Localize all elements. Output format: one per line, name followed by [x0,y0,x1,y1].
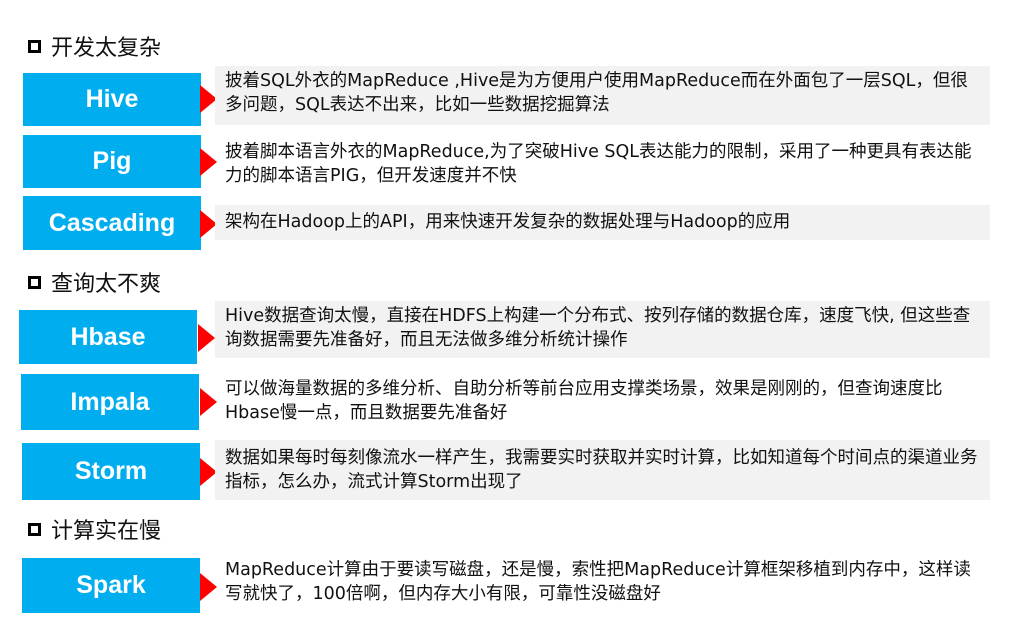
section-heading: 查询太不爽 [28,266,161,298]
desc-pig: 披着脚本语言外衣的MapReduce,为了突破Hive SQL表达能力的限制，采… [225,142,972,186]
desc-storm: 数据如果每时每刻像流水一样产生，我需要实时获取并实时计算，比如知道每个时间点的渠… [215,440,990,500]
square-bullet-icon [28,275,41,289]
tag-pig: Pig [23,135,201,188]
desc-spark: MapReduce计算由于要读写磁盘，还是慢，索性把MapReduce计算框架移… [225,560,971,604]
tag-spark: Spark [22,558,200,613]
desc-impala: 可以做海量数据的多维分析、自助分析等前台应用支撑类场景，效果是刚刚的，但查询速度… [225,379,943,423]
desc-hbase: Hive数据查询太慢，直接在HDFS上构建一个分布式、按列存储的数据仓库，速度飞… [215,301,990,358]
section-title: 查询太不爽 [51,272,162,297]
section-heading: 开发太复杂 [28,30,161,62]
tag-hbase: Hbase [19,310,197,364]
arrow-icon [198,324,215,352]
desc-cascading: 架构在Hadoop上的API，用来快速开发复杂的数据处理与Hadoop的应用 [215,205,990,240]
square-bullet-icon [28,522,41,536]
section-title: 开发太复杂 [51,36,162,61]
tag-storm: Storm [22,443,200,500]
tag-impala: Impala [21,374,199,430]
section-title: 计算实在慢 [51,519,162,544]
tag-hive: Hive [23,73,201,126]
desc-hive: 披着SQL外衣的MapReduce ,Hive是为方便用户使用MapReduce… [215,66,990,125]
tag-cascading: Cascading [23,196,201,250]
square-bullet-icon [28,39,41,53]
section-heading: 计算实在慢 [28,513,161,545]
